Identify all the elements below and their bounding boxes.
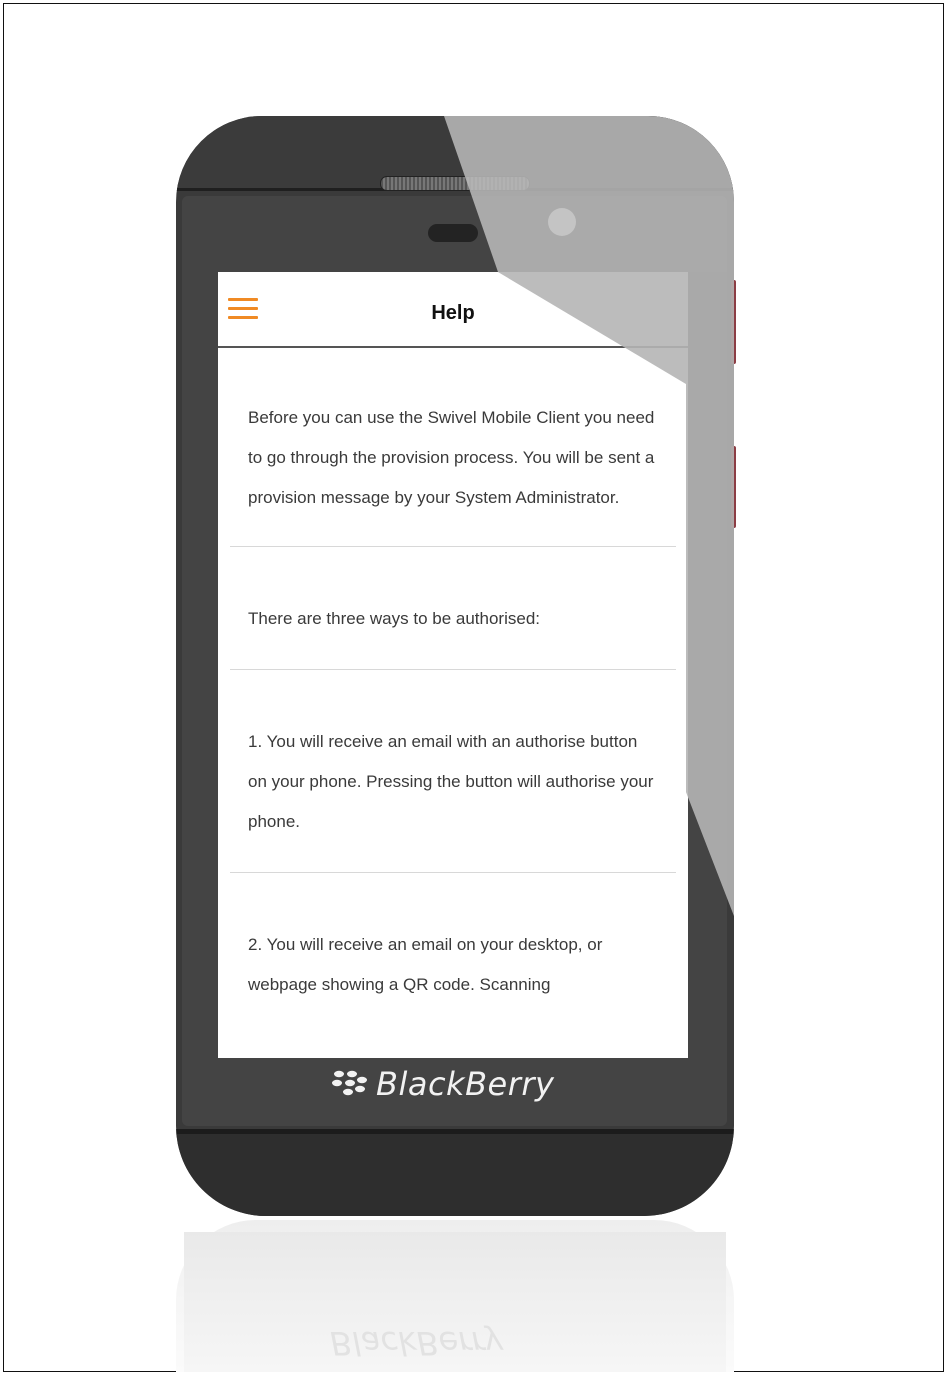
page-title: Help — [431, 302, 475, 324]
help-text: 2. You will receive an email on your des… — [248, 935, 603, 994]
volume-up-button[interactable] — [731, 280, 736, 364]
phone-screen: Help Before you can use the Swivel Mobil… — [218, 272, 688, 1058]
help-text: Before you can use the Swivel Mobile Cli… — [248, 408, 655, 507]
help-section: Before you can use the Swivel Mobile Cli… — [230, 348, 676, 547]
blackberry-logo-icon — [332, 1070, 367, 1096]
help-text: 1. You will receive an email with an aut… — [248, 732, 654, 831]
help-content: Before you can use the Swivel Mobile Cli… — [230, 348, 676, 1005]
volume-down-button[interactable] — [731, 446, 736, 528]
help-text: There are three ways to be authorised: — [248, 609, 540, 628]
help-section: 2. You will receive an email on your des… — [230, 873, 676, 1005]
reflection-wordmark: BlackBerry — [330, 1324, 504, 1362]
phone-reflection: BlackBerry — [176, 1220, 734, 1372]
earpiece-grille — [380, 176, 530, 191]
help-section: There are three ways to be authorised: — [230, 547, 676, 670]
blackberry-brand: BlackBerry — [330, 1060, 554, 1108]
phone-bottom-band — [176, 1134, 734, 1216]
brand-wordmark: BlackBerry — [376, 1065, 555, 1103]
speaker-slot — [428, 224, 478, 242]
front-camera — [548, 208, 576, 236]
app-header: Help — [218, 272, 688, 348]
help-section: 1. You will receive an email with an aut… — [230, 670, 676, 873]
